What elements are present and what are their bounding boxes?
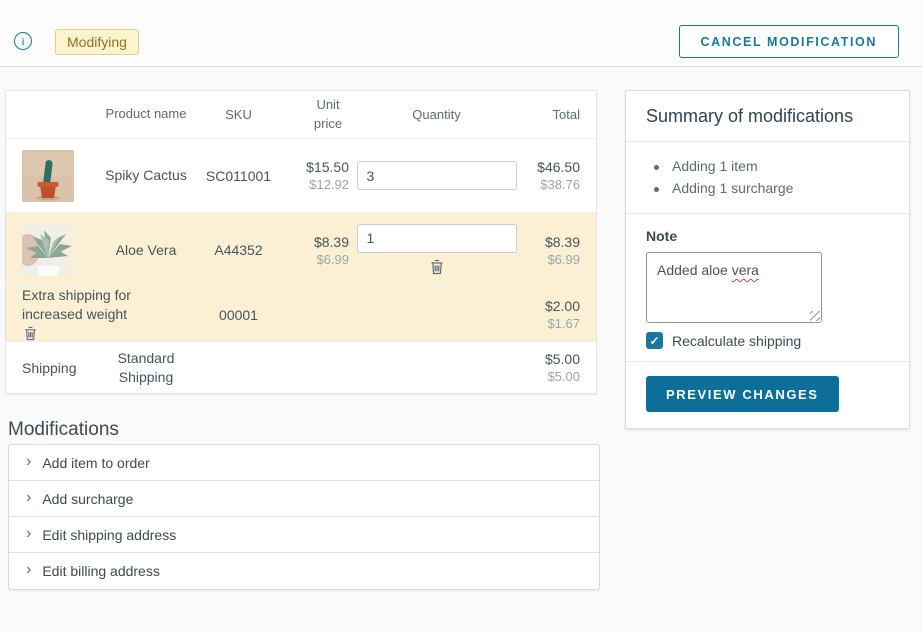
product-name: Aloe Vera [96,241,196,259]
header-total: Total [524,107,596,122]
summary-list: Adding 1 item Adding 1 surcharge [626,142,909,214]
order-modification-page: i Modifying CANCEL MODIFICATION Product … [0,0,923,633]
quantity-input[interactable] [357,161,517,190]
recalculate-shipping-row: ✓ Recalculate shipping [646,332,889,349]
total-cell: $8.39 $6.99 [524,234,596,267]
unit-price-secondary: $6.99 [281,252,349,267]
summary-item: Adding 1 item [654,155,889,177]
accordion-edit-billing-address[interactable]: › Edit billing address [9,553,599,589]
textarea-resize-handle[interactable] [810,311,820,321]
recalculate-shipping-label: Recalculate shipping [672,333,801,349]
summary-of-modifications-card: Summary of modifications Adding 1 item A… [625,90,910,429]
table-header-row: Product name SKU Unit price Quantity Tot… [6,91,596,139]
accordion-add-surcharge[interactable]: › Add surcharge [9,481,599,517]
info-icon[interactable]: i [14,32,32,50]
total-secondary: $38.76 [524,177,580,192]
total-secondary: $1.67 [524,316,580,331]
header-sku: SKU [196,107,281,122]
shipping-row-label: Shipping [6,360,96,376]
header-product-name: Product name [96,106,196,123]
chevron-right-icon: › [26,561,31,579]
note-text-misspelled: vera [732,262,759,278]
header-unit-price: Unit price [281,96,349,134]
remove-item-trash-icon[interactable] [428,257,446,277]
shipping-method: Standard Shipping [96,349,196,385]
total-cell: $2.00 $1.67 [524,298,596,331]
note-label: Note [646,228,889,244]
total-secondary: $5.00 [524,369,580,384]
modifications-title: Modifications [8,419,119,441]
total-cell: $46.50 $38.76 [524,159,596,192]
topbar: i Modifying CANCEL MODIFICATION [0,0,923,67]
total-secondary: $6.99 [524,252,580,267]
summary-item: Adding 1 surcharge [654,177,889,199]
cancel-modification-button[interactable]: CANCEL MODIFICATION [679,25,899,58]
unit-price-cell: $15.50 $12.92 [281,159,349,192]
total: $8.39 [524,234,580,250]
surcharge-label: Extra shipping for increased weight [22,286,192,324]
summary-title: Summary of modifications [626,91,909,142]
accordion-add-item-to-order[interactable]: › Add item to order [9,445,599,481]
note-textarea[interactable]: Added aloe vera [646,252,822,323]
note-section: Note Added aloe vera ✓ Recalculate shipp… [626,214,909,362]
unit-price: $8.39 [281,234,349,250]
accordion-edit-shipping-address[interactable]: › Edit shipping address [9,517,599,553]
header-quantity: Quantity [349,107,524,122]
chevron-right-icon: › [26,525,31,543]
total: $2.00 [524,298,580,314]
total: $5.00 [524,351,580,367]
order-items-table: Product name SKU Unit price Quantity Tot… [5,90,597,394]
aloe-vera-image [22,224,74,276]
unit-price-cell: $8.39 $6.99 [281,234,349,267]
status-badge: Modifying [55,29,139,55]
product-sku: A44352 [196,242,281,258]
recalculate-shipping-checkbox[interactable]: ✓ [646,332,663,349]
table-row: Aloe Vera A44352 $8.39 $6.99 $8.39 $6.9 [6,213,596,288]
preview-changes-button[interactable]: PREVIEW CHANGES [646,376,839,412]
table-row: Shipping Standard Shipping $5.00 $5.00 [6,342,596,393]
spiky-cactus-image [22,150,74,202]
unit-price: $15.50 [281,159,349,175]
note-text: Added aloe [657,262,728,278]
remove-surcharge-trash-icon[interactable] [22,324,39,343]
quantity-input[interactable] [357,224,517,253]
product-sku: SC011001 [196,168,281,184]
unit-price-secondary: $12.92 [281,177,349,192]
total-cell: $5.00 $5.00 [524,351,596,384]
product-name: Spiky Cactus [96,166,196,184]
modifications-accordion: › Add item to order › Add surcharge › Ed… [8,444,600,590]
table-row: Extra shipping for increased weight 0000… [6,288,596,342]
surcharge-sku: 00001 [196,307,281,323]
table-row: Spiky Cactus SC011001 $15.50 $12.92 $46.… [6,139,596,213]
chevron-right-icon: › [26,489,31,507]
total: $46.50 [524,159,580,175]
chevron-right-icon: › [26,453,31,471]
